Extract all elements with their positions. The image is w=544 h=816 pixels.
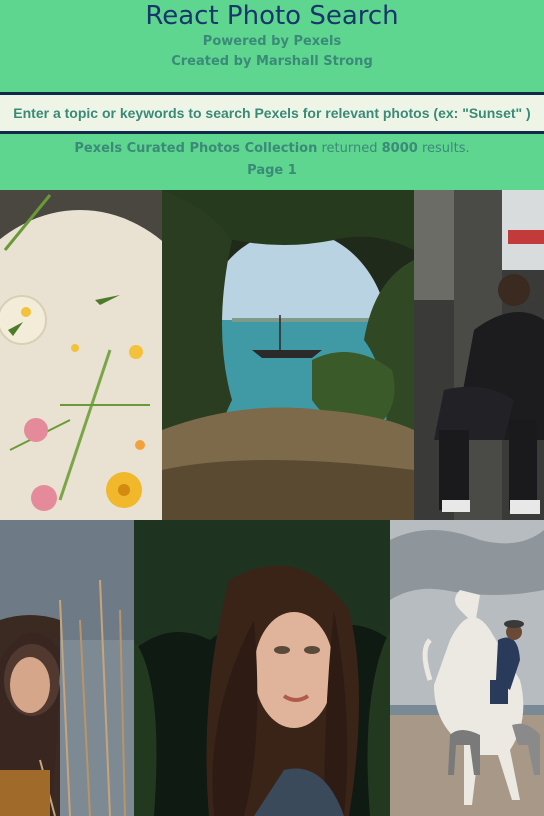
photo-flowers-on-table[interactable] bbox=[0, 190, 162, 520]
results-line: Pexels Curated Photos Collection returne… bbox=[0, 138, 544, 160]
created-by-text: Created by Marshall Strong bbox=[171, 54, 373, 69]
page-indicator: Page 1 bbox=[0, 160, 544, 182]
photo-man-on-subway[interactable] bbox=[414, 190, 544, 520]
app-header: React Photo Search Powered by Pexels Cre… bbox=[0, 0, 544, 92]
returned-text: returned bbox=[321, 141, 378, 156]
search-bar bbox=[0, 92, 544, 134]
collection-name: Pexels Curated Photos Collection bbox=[74, 141, 318, 156]
results-summary: Pexels Curated Photos Collection returne… bbox=[0, 134, 544, 190]
powered-by-text: Powered by Pexels bbox=[202, 34, 342, 49]
search-input[interactable] bbox=[2, 96, 542, 130]
results-word: results. bbox=[421, 141, 470, 156]
photo-horse-rider-on-beach[interactable] bbox=[390, 520, 544, 816]
page-title: React Photo Search bbox=[145, 1, 399, 31]
photo-grid bbox=[0, 190, 544, 816]
results-count: 8000 bbox=[381, 141, 418, 156]
photo-sailboat-through-trees[interactable] bbox=[162, 190, 414, 520]
page-label: Page 1 bbox=[247, 163, 297, 178]
photo-woman-in-foliage[interactable] bbox=[134, 520, 390, 816]
photo-woman-in-reeds[interactable] bbox=[0, 520, 134, 816]
